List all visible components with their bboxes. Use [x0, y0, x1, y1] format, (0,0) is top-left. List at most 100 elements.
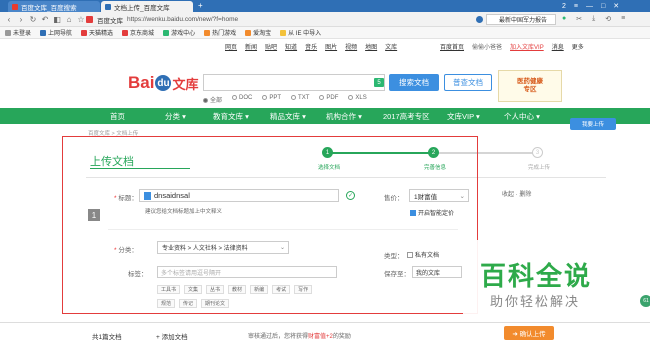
favorite-star-icon[interactable]: ☆ [76, 14, 86, 24]
nav-education[interactable]: 教育文库 ▾ [213, 108, 249, 124]
filter-radio[interactable]: XLS [348, 95, 367, 104]
tab-wenku-upload[interactable]: 文档上传_百度文库 [101, 1, 193, 12]
new-tab-button[interactable]: + [198, 1, 203, 10]
maximize-icon[interactable]: □ [601, 3, 605, 10]
refresh-icon[interactable]: ↻ [28, 14, 38, 24]
join-vip-link[interactable]: 加入文库VIP [510, 42, 544, 52]
bookmark-icon [280, 29, 287, 36]
main-nav [0, 108, 650, 124]
bookmark-item[interactable]: 上网导航 [40, 28, 72, 37]
download-icon[interactable]: ⤓ [592, 15, 595, 23]
product-link[interactable]: 图片 [325, 42, 337, 52]
nav-vip[interactable]: 文库VIP ▾ [447, 108, 480, 124]
floating-side-button[interactable]: 61 [640, 295, 650, 307]
tab-baidu-search[interactable]: 百度文库_百度搜索 [8, 1, 100, 12]
product-links: 网页 新闻 贴吧 知道 音乐 图片 视频 地图 文库 [225, 42, 397, 52]
nav-personal-center[interactable]: 个人中心 ▾ [504, 108, 540, 124]
search-engine-icon[interactable] [476, 16, 483, 23]
bookmark-item[interactable]: 热门游戏 [204, 28, 236, 37]
site-badge-icon [86, 16, 93, 23]
back-icon[interactable]: ‹ [4, 14, 14, 24]
url-input[interactable]: 百度文库 https://wenku.baidu.com/new/?f=home [86, 14, 266, 25]
doc-count: 共1篇文档 [92, 334, 122, 341]
home-icon[interactable]: ⌂ [64, 14, 74, 24]
undo-icon[interactable]: ↶ [40, 14, 50, 24]
bookmark-icon [204, 29, 211, 36]
health-promo-banner[interactable]: 医药健康 专区 [498, 70, 562, 102]
search-button[interactable]: 搜索文档 [389, 74, 439, 91]
product-link[interactable]: 网页 [225, 42, 237, 52]
product-link[interactable]: 地图 [365, 42, 377, 52]
upload-button[interactable]: 我要上传 [570, 118, 616, 130]
paw-icon: du [155, 75, 172, 91]
forward-icon[interactable]: › [16, 14, 26, 24]
minimize-icon[interactable]: — [586, 3, 593, 10]
watermark-title: 百科全说 [480, 261, 593, 291]
notification-count[interactable]: 2 [562, 3, 566, 10]
product-link[interactable]: 文库 [385, 42, 397, 52]
bookmarks-bar: 未登录 上网导航 天猫精选 京东商城 游戏中心 热门游戏 爱淘宝从 IE 中导入 [0, 27, 650, 39]
user-links: 百度首页 偷偷小爸爸 加入文库VIP 消息 更多 [440, 42, 584, 52]
bookmark-item[interactable]: 京东商城 [122, 28, 154, 37]
search-input[interactable] [203, 74, 385, 91]
bookmark-icon [245, 29, 252, 36]
radio-icon [262, 95, 268, 100]
reward-notice: 审核通过后，您将获得财富值+2的奖励 [248, 334, 351, 340]
bookmark-item[interactable]: 天猫精选 [81, 28, 113, 37]
baidu-wenku-logo[interactable]: Bai du 文库 [128, 72, 198, 94]
menu-grid-icon[interactable]: ≡ [621, 15, 625, 23]
confirm-upload-button[interactable]: ➜ 确认上传 [504, 326, 554, 340]
radio-icon [291, 95, 297, 100]
nav-home[interactable]: 首页 [110, 108, 125, 124]
bookmark-item[interactable]: 爱淘宝 [245, 28, 271, 37]
baidu-favicon-icon [12, 3, 18, 10]
bookmark-icon [40, 29, 47, 36]
chat-icon[interactable]: ● [562, 15, 566, 23]
bookmark-icon [122, 29, 129, 36]
username-link[interactable]: 偷偷小爸爸 [472, 42, 502, 52]
product-link[interactable]: 新闻 [245, 42, 257, 52]
filter-radio[interactable]: PPT [262, 95, 281, 104]
nav-premium[interactable]: 精品文库 ▾ [270, 108, 306, 124]
bookmark-icon [163, 29, 170, 36]
filter-radio[interactable]: TXT [291, 95, 309, 104]
nav-gaokao[interactable]: 2017高考专区 [383, 108, 430, 124]
filter-radio[interactable]: PDF [319, 95, 338, 104]
history-icon[interactable]: ⟲ [605, 15, 611, 23]
filter-radio[interactable]: DOC [232, 95, 252, 104]
wenku-favicon-icon [105, 3, 111, 10]
product-link[interactable]: 贴吧 [265, 42, 277, 52]
radio-icon [348, 95, 354, 100]
doc-type-filters: 全部 DOC PPT TXT PDF XLS [203, 95, 367, 104]
browser-search-input[interactable]: 最新中国军力报告 [486, 14, 556, 25]
nav-categories[interactable]: 分类 ▾ [165, 108, 186, 124]
bookmark-icon [81, 29, 88, 36]
filter-radio[interactable]: 全部 [203, 95, 222, 104]
product-link[interactable]: 视频 [345, 42, 357, 52]
step-3-dot: 3 [532, 147, 543, 158]
nav-partners[interactable]: 机构合作 ▾ [326, 108, 362, 124]
close-icon[interactable]: ✕ [613, 2, 619, 10]
vip-search-button[interactable]: 普查文档 [444, 74, 492, 91]
bookmark-item[interactable]: 未登录 [5, 28, 31, 37]
add-document-button[interactable]: + 添加文档 [156, 331, 188, 341]
radio-icon [232, 95, 238, 100]
bookmark-icon [5, 29, 11, 36]
more-link[interactable]: 更多 [572, 42, 584, 52]
step-3-label: 完成上传 [528, 165, 551, 171]
bookmark-tab-icon[interactable]: ◧ [52, 14, 62, 24]
bookmark-item[interactable]: 游戏中心 [163, 28, 195, 37]
watermark-subtitle: 助你轻松解决 [490, 294, 581, 309]
radio-icon [319, 95, 325, 100]
messages-link[interactable]: 消息 [552, 42, 564, 52]
bookmark-item[interactable]: 从 IE 中导入 [280, 28, 321, 37]
browser-toolbar-icons: ● ✂ ⤓ ⟲ ≡ [562, 15, 625, 23]
menu-icon[interactable]: ≡ [574, 3, 578, 10]
search-badge: 5 [374, 78, 384, 87]
collapse-delete-links[interactable]: 收起 · 删除 [502, 189, 531, 198]
highlight-box [62, 136, 478, 314]
cut-icon[interactable]: ✂ [576, 15, 582, 23]
link-baidu-home[interactable]: 百度首页 [440, 42, 464, 52]
product-link[interactable]: 知道 [285, 42, 297, 52]
product-link[interactable]: 音乐 [305, 42, 317, 52]
